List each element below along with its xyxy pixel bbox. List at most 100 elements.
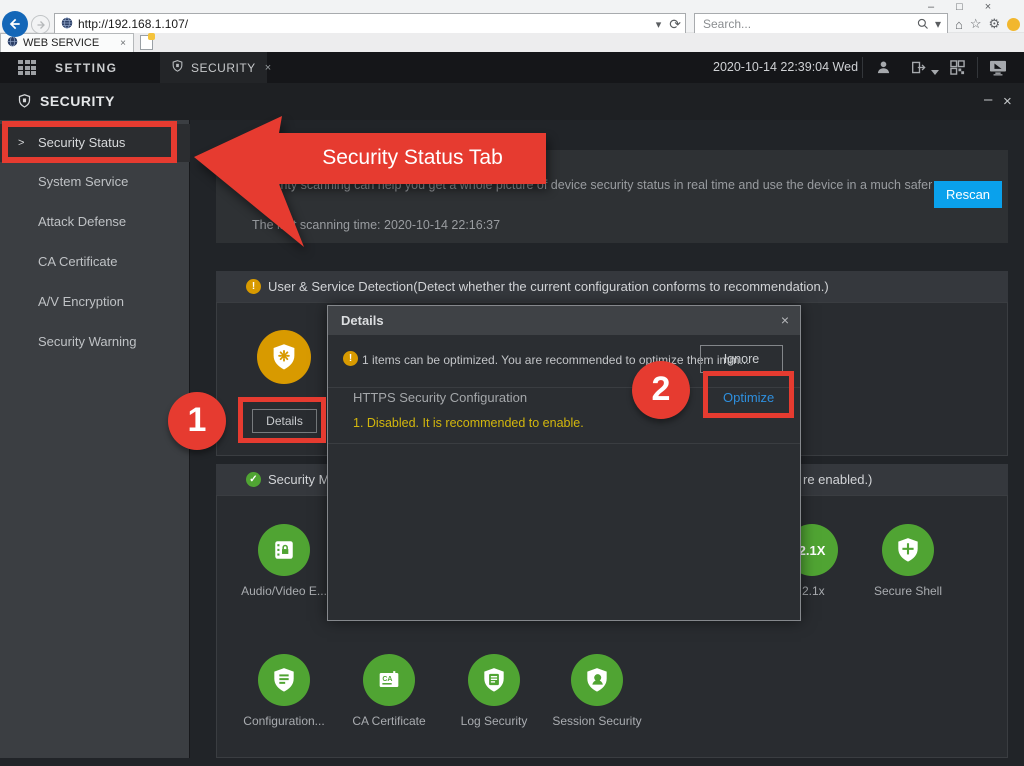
module-8021x-icon-text: 2.1X bbox=[799, 543, 826, 558]
annotation-step-2-badge: 2 bbox=[632, 361, 690, 419]
log-security-icon bbox=[468, 654, 520, 706]
last-scan-time: The last scanning time: 2020-10-14 22:16… bbox=[252, 218, 500, 232]
session-security-icon bbox=[571, 654, 623, 706]
user-service-section-header: ! User & Service Detection(Detect whethe… bbox=[216, 271, 1008, 302]
module-8021x-label: 2.1x bbox=[802, 584, 825, 598]
sidebar-item-ca-certificate[interactable]: CA Certificate bbox=[0, 243, 190, 281]
divider bbox=[862, 57, 863, 78]
logout-icon[interactable] bbox=[910, 59, 928, 76]
module-label: Configuration... bbox=[224, 714, 344, 728]
url-text: http://192.168.1.107/ bbox=[78, 17, 188, 31]
search-placeholder: Search... bbox=[703, 17, 751, 31]
dialog-message: 1 items can be optimized. You are recomm… bbox=[362, 353, 750, 367]
forward-arrow-icon bbox=[35, 19, 47, 31]
rescan-button[interactable]: Rescan bbox=[934, 181, 1002, 208]
scan-description-line2: way. bbox=[252, 195, 277, 209]
tab-close-icon[interactable]: × bbox=[120, 38, 126, 49]
divider bbox=[328, 443, 800, 444]
qr-code-icon[interactable] bbox=[948, 59, 966, 76]
setting-menu-label[interactable]: SETTING bbox=[55, 61, 118, 75]
security-panel-header: SECURITY – × bbox=[0, 83, 1024, 120]
configuration-security-icon bbox=[258, 654, 310, 706]
sidebar-item-security-warning[interactable]: Security Warning bbox=[0, 323, 190, 361]
secure-shell-icon bbox=[882, 524, 934, 576]
datetime-display: 2020-10-14 22:39:04 Wed bbox=[713, 60, 858, 74]
panel-minimize-icon[interactable]: – bbox=[984, 91, 992, 108]
ca-certificate-icon: CA bbox=[363, 654, 415, 706]
sidebar-item-system-service[interactable]: System Service bbox=[0, 163, 190, 201]
app-header: SETTING SECURITY × 2020-10-14 22:39:04 W… bbox=[0, 52, 1024, 83]
https-config-detail: 1. Disabled. It is recommended to enable… bbox=[353, 416, 584, 430]
security-tab-label: SECURITY bbox=[191, 61, 256, 75]
modules-header-left-fragment: Security M bbox=[268, 472, 329, 487]
audio-video-encryption-icon bbox=[258, 524, 310, 576]
scan-summary-section: Security scanning can help you get a who… bbox=[216, 150, 1008, 243]
module-label: Audio/Video E... bbox=[224, 584, 344, 598]
home-icon[interactable]: ⌂ bbox=[955, 17, 963, 32]
svg-text:CA: CA bbox=[382, 676, 392, 683]
modules-header-right-fragment: re enabled.) bbox=[803, 472, 872, 487]
module-configuration: Configuration... bbox=[224, 654, 344, 728]
main-menu-grid-icon[interactable] bbox=[18, 60, 37, 75]
tab-title: WEB SERVICE bbox=[23, 37, 99, 49]
dialog-close-icon[interactable]: × bbox=[781, 306, 789, 335]
refresh-icon[interactable]: ⟳ bbox=[669, 16, 681, 33]
site-globe-icon bbox=[61, 17, 73, 32]
security-sidebar: > Security Status System Service Attack … bbox=[0, 120, 190, 758]
tab-globe-icon bbox=[7, 36, 18, 50]
search-box[interactable]: Search... ▾ bbox=[694, 13, 948, 35]
shield-icon bbox=[171, 59, 184, 76]
module-session-security: Session Security bbox=[537, 654, 657, 728]
window-maximize-button[interactable]: □ bbox=[956, 1, 963, 13]
security-tab-close-icon[interactable]: × bbox=[265, 62, 272, 74]
module-secure-shell: Secure Shell bbox=[848, 524, 968, 598]
user-account-icon[interactable] bbox=[874, 59, 892, 76]
new-tab-spark-icon bbox=[148, 33, 155, 40]
security-tab[interactable]: SECURITY × bbox=[160, 52, 267, 83]
divider bbox=[977, 57, 978, 78]
dialog-title: Details × bbox=[328, 306, 800, 335]
details-dialog: Details × ! 1 items can be optimized. Yo… bbox=[327, 305, 801, 621]
logout-caret-icon[interactable] bbox=[931, 64, 939, 81]
window-close-button[interactable]: × bbox=[985, 1, 991, 13]
warning-icon: ! bbox=[246, 279, 261, 294]
browser-settings-gear-icon[interactable]: ⚙ bbox=[989, 16, 1001, 32]
security-shield-icon bbox=[17, 93, 32, 114]
browser-tab-bar: WEB SERVICE × bbox=[0, 33, 1024, 52]
user-service-header-text: User & Service Detection(Detect whether … bbox=[268, 279, 829, 294]
favorites-star-icon[interactable]: ☆ bbox=[970, 16, 982, 32]
warning-icon: ! bbox=[343, 351, 358, 366]
browser-back-button[interactable] bbox=[2, 11, 28, 37]
sidebar-item-av-encryption[interactable]: A/V Encryption bbox=[0, 283, 190, 321]
annotation-box-security-status bbox=[2, 121, 177, 163]
window-controls: – □ × bbox=[928, 1, 991, 13]
browser-toolbar: http://192.168.1.107/ ▾ ⟳ Search... ▾ – … bbox=[0, 0, 1024, 33]
module-label: Secure Shell bbox=[848, 584, 968, 598]
panel-title: SECURITY bbox=[40, 93, 115, 109]
annotation-box-details-button bbox=[238, 397, 326, 443]
module-audio-video-encryption: Audio/Video E... bbox=[224, 524, 344, 598]
window-minimize-button[interactable]: – bbox=[928, 1, 934, 13]
module-label: CA Certificate bbox=[329, 714, 449, 728]
search-icon[interactable] bbox=[917, 18, 929, 30]
address-bar[interactable]: http://192.168.1.107/ ▾ ⟳ bbox=[54, 13, 686, 35]
module-label: Log Security bbox=[434, 714, 554, 728]
https-config-title: HTTPS Security Configuration bbox=[353, 390, 527, 405]
check-icon: ✓ bbox=[246, 472, 261, 487]
panel-close-icon[interactable]: × bbox=[1003, 93, 1012, 110]
module-ca-certificate: CA CA Certificate bbox=[329, 654, 449, 728]
browser-window: http://192.168.1.107/ ▾ ⟳ Search... ▾ – … bbox=[0, 0, 1024, 766]
live-monitor-icon[interactable] bbox=[989, 59, 1007, 76]
sidebar-item-attack-defense[interactable]: Attack Defense bbox=[0, 203, 190, 241]
search-caret-icon[interactable]: ▾ bbox=[935, 17, 941, 31]
browser-forward-button[interactable] bbox=[31, 15, 50, 34]
module-log-security: Log Security bbox=[434, 654, 554, 728]
module-label: Session Security bbox=[537, 714, 657, 728]
new-tab-button[interactable] bbox=[140, 35, 153, 50]
ignore-button[interactable]: Ignore bbox=[700, 345, 783, 373]
configuration-status-icon bbox=[257, 330, 311, 384]
annotation-box-optimize-link bbox=[703, 371, 794, 418]
annotation-step-1-badge: 1 bbox=[168, 392, 226, 450]
autocomplete-caret-icon[interactable]: ▾ bbox=[656, 18, 662, 31]
feedback-smiley-icon[interactable] bbox=[1007, 18, 1020, 31]
